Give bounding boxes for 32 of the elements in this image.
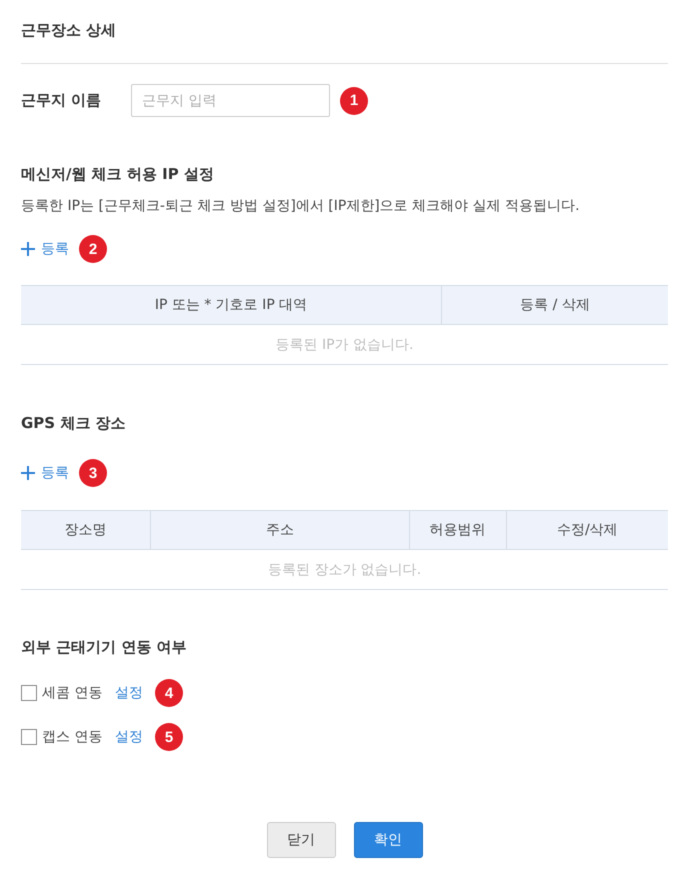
field-label: 근무지 이름 bbox=[21, 91, 102, 110]
settings-link[interactable]: 설정 bbox=[115, 684, 143, 702]
column-header: 수정/삭제 bbox=[506, 510, 668, 550]
empty-message: 등록된 장소가 없습니다. bbox=[21, 550, 668, 590]
dialog-title: 근무장소 상세 bbox=[21, 20, 118, 40]
dialog-button[interactable]: 확인 bbox=[354, 822, 422, 858]
checkbox-label: 세콤 연동 bbox=[42, 684, 104, 702]
section-title: 외부 근태기기 연동 여부 bbox=[21, 637, 188, 657]
settings-link[interactable]: 설정 bbox=[115, 728, 143, 746]
column-header: 허용범위 bbox=[409, 510, 506, 550]
column-header: 주소 bbox=[150, 510, 410, 550]
number-badge: 1 bbox=[340, 86, 368, 114]
column-header: IP 또는 * 기호로 IP 대역 bbox=[21, 286, 442, 324]
column-header: 등록 / 삭제 bbox=[442, 286, 668, 324]
number-badge: 3 bbox=[79, 459, 107, 487]
section-title: GPS 체크 장소 bbox=[21, 413, 127, 433]
checkbox[interactable] bbox=[21, 685, 37, 701]
empty-message: 등록된 IP가 없습니다. bbox=[21, 324, 668, 364]
plus-icon bbox=[21, 242, 35, 256]
checkbox[interactable] bbox=[21, 729, 37, 745]
add-button[interactable]: 등록 bbox=[21, 464, 69, 482]
plus-icon bbox=[21, 466, 35, 480]
add-button[interactable]: 등록 bbox=[21, 240, 69, 258]
number-badge: 5 bbox=[155, 723, 183, 751]
number-badge: 2 bbox=[79, 235, 107, 263]
dialog-button[interactable]: 닫기 bbox=[266, 822, 336, 858]
description-text: 등록한 IP는 [근무체크-퇴근 체크 방법 설정]에서 [IP제한]으로 체크해야 실제 적용됩니다. bbox=[21, 197, 581, 216]
section-title: 메신저/웹 체크 허용 IP 설정 bbox=[21, 164, 215, 184]
input-field[interactable]: 근무지 입력 bbox=[131, 84, 330, 117]
column-header: 장소명 bbox=[21, 510, 150, 550]
checkbox-label: 캡스 연동 bbox=[42, 728, 104, 746]
number-badge: 4 bbox=[155, 679, 183, 707]
